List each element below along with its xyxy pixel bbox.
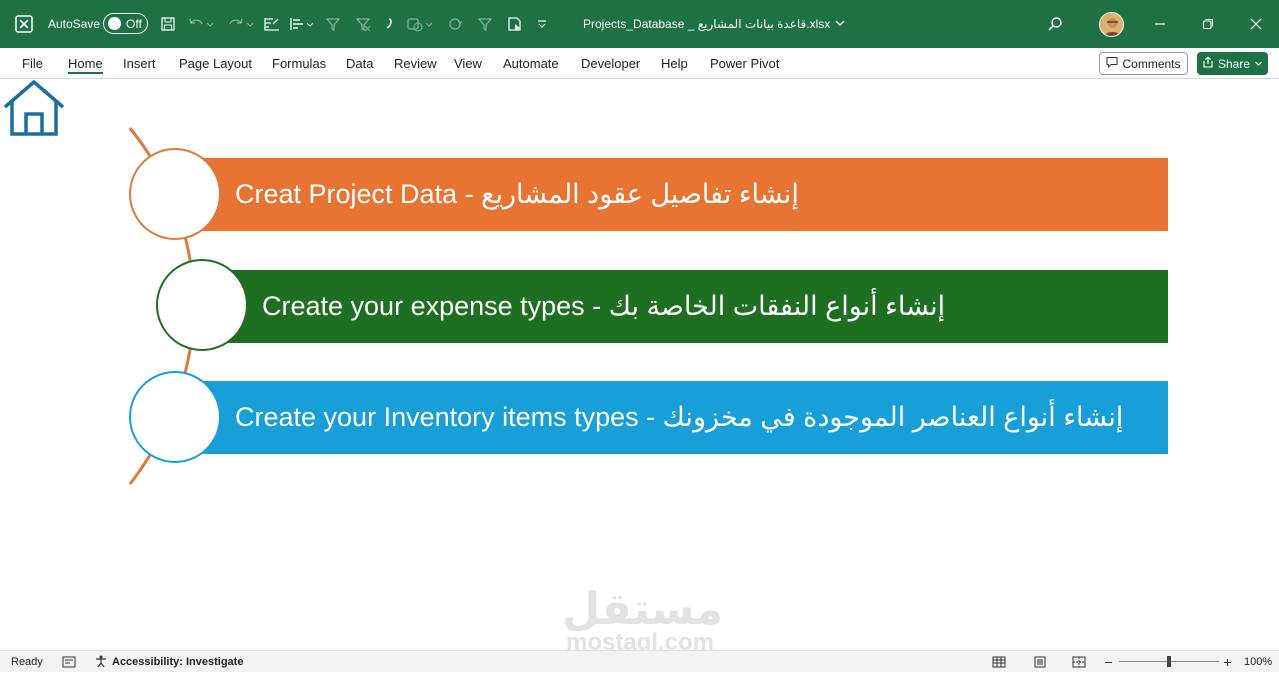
- zoom-level[interactable]: 100%: [1244, 651, 1272, 673]
- share-icon: [1202, 56, 1214, 71]
- tab-help[interactable]: Help: [661, 48, 688, 79]
- minimize-icon[interactable]: [1137, 0, 1183, 48]
- share-button[interactable]: Share: [1197, 52, 1268, 75]
- toggle-knob: [108, 17, 121, 30]
- accessibility-button[interactable]: Accessibility: Investigate: [94, 651, 243, 673]
- excel-icon[interactable]: [12, 0, 36, 48]
- watermark-arabic: مستقل: [562, 585, 723, 634]
- comments-button[interactable]: Comments: [1099, 52, 1188, 75]
- title-bar: AutoSave Off Projects_Database _ قاعدة ب…: [0, 0, 1279, 48]
- avatar[interactable]: [1099, 12, 1124, 37]
- search-icon[interactable]: [1032, 0, 1078, 48]
- autosave-toggle[interactable]: Off: [103, 13, 148, 34]
- paint-icon[interactable]: [378, 0, 400, 48]
- normal-view-icon[interactable]: [992, 651, 1006, 673]
- worksheet: Creat Project Data - إنشاء تفاصيل عقود ا…: [0, 79, 1279, 650]
- accessibility-label: Accessibility: Investigate: [112, 656, 244, 668]
- restore-icon[interactable]: [1185, 0, 1231, 48]
- autosave-state: Off: [126, 16, 142, 31]
- undo-icon[interactable]: [180, 0, 220, 48]
- menu-item-project-data[interactable]: Creat Project Data - إنشاء تفاصيل عقود ا…: [200, 158, 1168, 231]
- share-label: Share: [1217, 56, 1251, 71]
- tab-developer[interactable]: Developer: [581, 48, 640, 79]
- filter-icon[interactable]: [348, 0, 378, 48]
- status-ready: Ready: [11, 656, 43, 668]
- quick-access-toolbar: [156, 0, 554, 48]
- page-layout-view-icon[interactable]: [1033, 651, 1047, 673]
- menu-item-label: Creat Project Data - إنشاء تفاصيل عقود ا…: [235, 179, 799, 209]
- watermark: مستقل mostaql.com: [562, 585, 723, 655]
- close-icon[interactable]: [1233, 0, 1279, 48]
- redo-icon[interactable]: [220, 0, 260, 48]
- macro-record-icon[interactable]: [62, 651, 76, 673]
- tab-home[interactable]: Home: [68, 48, 103, 79]
- chevron-down-icon: [1254, 57, 1263, 71]
- filter-clear-icon[interactable]: [318, 0, 348, 48]
- refresh-icon[interactable]: [440, 0, 470, 48]
- ribbon-tab-bar: File Home Insert Page Layout Formulas Da…: [0, 48, 1279, 79]
- autosave-label: AutoSave: [48, 17, 101, 31]
- menu-item-label: Create your Inventory items types - إنشا…: [235, 402, 1124, 432]
- file-name[interactable]: Projects_Database _ قاعدة بيانات المشاري…: [583, 0, 846, 48]
- menu-item-inventory-types[interactable]: Create your Inventory items types - إنشا…: [200, 381, 1168, 454]
- home-icon[interactable]: [3, 79, 67, 137]
- menu-item-expense-types[interactable]: Create your expense types - إنشاء أنواع …: [228, 270, 1168, 343]
- bullet-circle: [129, 371, 221, 463]
- accessibility-icon: [94, 654, 108, 671]
- comment-icon: [1106, 56, 1118, 71]
- comments-label: Comments: [1122, 56, 1181, 71]
- menu-item-label: Create your expense types - إنشاء أنواع …: [262, 291, 946, 321]
- tab-power-pivot[interactable]: Power Pivot: [710, 48, 779, 79]
- tab-page-layout[interactable]: Page Layout: [179, 48, 252, 79]
- tab-insert[interactable]: Insert: [123, 48, 156, 79]
- shapes-icon[interactable]: [400, 0, 440, 48]
- form-icon[interactable]: [260, 0, 284, 48]
- zoom-in-icon[interactable]: [1223, 651, 1232, 673]
- page-break-view-icon[interactable]: [1072, 651, 1086, 673]
- copy-format-icon[interactable]: [500, 0, 530, 48]
- tab-formulas[interactable]: Formulas: [272, 48, 326, 79]
- tab-review[interactable]: Review: [394, 48, 437, 79]
- align-icon[interactable]: [284, 0, 318, 48]
- tab-data[interactable]: Data: [346, 48, 373, 79]
- bullet-circle: [129, 148, 221, 240]
- tab-view[interactable]: View: [454, 48, 482, 79]
- funnel-icon[interactable]: [470, 0, 500, 48]
- zoom-out-icon[interactable]: [1104, 651, 1113, 673]
- tab-automate[interactable]: Automate: [503, 48, 559, 79]
- tab-file[interactable]: File: [22, 48, 43, 79]
- customize-icon[interactable]: [530, 0, 554, 48]
- file-name-text: Projects_Database _ قاعدة بيانات المشاري…: [583, 17, 831, 31]
- save-icon[interactable]: [156, 0, 180, 48]
- status-bar: Ready Accessibility: Investigate 100%: [0, 650, 1279, 672]
- bullet-circle: [156, 259, 248, 351]
- chevron-down-icon: [834, 17, 846, 32]
- zoom-slider-thumb[interactable]: [1167, 656, 1171, 667]
